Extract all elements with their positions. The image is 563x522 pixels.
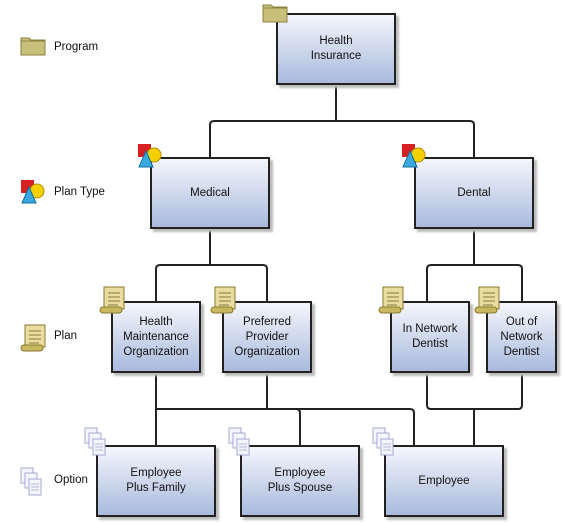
node-medical[interactable]: Medical <box>150 157 270 229</box>
node-label: In Network Dentist <box>402 323 458 350</box>
node-emp-family[interactable]: Employee Plus Family <box>96 445 216 517</box>
node-label: Preferred Provider Organization <box>234 315 300 358</box>
node-dental[interactable]: Dental <box>414 157 534 229</box>
node-label: Employee Plus Family <box>126 467 186 494</box>
node-label: Out of Network Dentist <box>500 315 543 358</box>
node-label: Health Insurance <box>310 35 362 62</box>
node-program[interactable]: Health Insurance <box>276 13 396 85</box>
node-label: Employee <box>418 474 470 487</box>
node-label: Employee Plus Spouse <box>267 467 333 494</box>
node-emp-spouse[interactable]: Employee Plus Spouse <box>240 445 360 517</box>
connector-dental-plans <box>426 373 523 445</box>
legend-label: Plan Type <box>54 186 105 198</box>
node-label: Medical <box>190 186 230 199</box>
connector-program <box>209 85 475 157</box>
legend-label: Program <box>54 41 99 53</box>
legend-label: Plan <box>54 330 78 342</box>
node-employee[interactable]: Employee <box>384 445 504 517</box>
node-label: Dental <box>457 186 491 199</box>
node-label: Health Maintenance Organization <box>123 315 189 358</box>
legend-label: Option <box>54 474 88 486</box>
